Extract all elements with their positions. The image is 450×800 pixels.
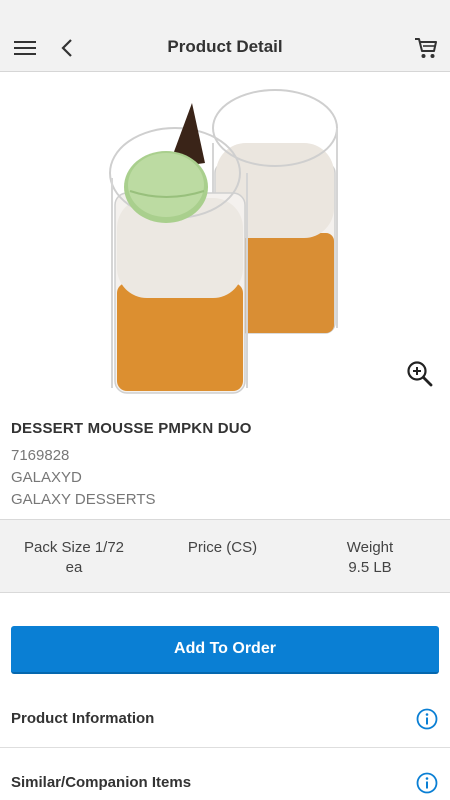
zoom-button[interactable] (406, 360, 434, 388)
cart-button[interactable] (412, 34, 440, 62)
brand-code: GALAXYD (11, 469, 82, 486)
product-information-row[interactable]: Product Information (0, 692, 450, 748)
weight: Weight 9.5 LB (310, 538, 430, 578)
product-image[interactable] (0, 73, 450, 403)
product-information-label: Product Information (11, 710, 155, 727)
dessert-cups-illustration (109, 89, 338, 394)
brand-name: GALAXY DESSERTS (11, 491, 156, 508)
product-info: DESSERT MOUSSE PMPKN DUO 7169828 GALAXYD… (11, 420, 441, 511)
add-to-order-button[interactable]: Add To Order (11, 626, 439, 674)
similar-companion-items-row[interactable]: Similar/Companion Items (0, 756, 450, 800)
cart-icon (415, 38, 437, 58)
zoom-in-icon (407, 361, 433, 387)
pack-size: Pack Size 1/72 ea (23, 539, 125, 576)
product-stats: Pack Size 1/72 ea Price (CS) Weight 9.5 … (0, 519, 450, 593)
info-icon[interactable] (416, 772, 438, 794)
top-bar: Product Detail (0, 0, 450, 72)
info-icon[interactable] (416, 708, 438, 730)
price-label: Price (CS) (187, 539, 258, 556)
similar-companion-items-label: Similar/Companion Items (11, 774, 192, 791)
weight-value: 9.5 LB (348, 559, 392, 576)
page-title: Product Detail (167, 37, 283, 56)
weight-label: Weight (346, 539, 394, 556)
product-name: DESSERT MOUSSE PMPKN DUO (11, 420, 252, 437)
item-number: 7169828 (11, 447, 70, 464)
